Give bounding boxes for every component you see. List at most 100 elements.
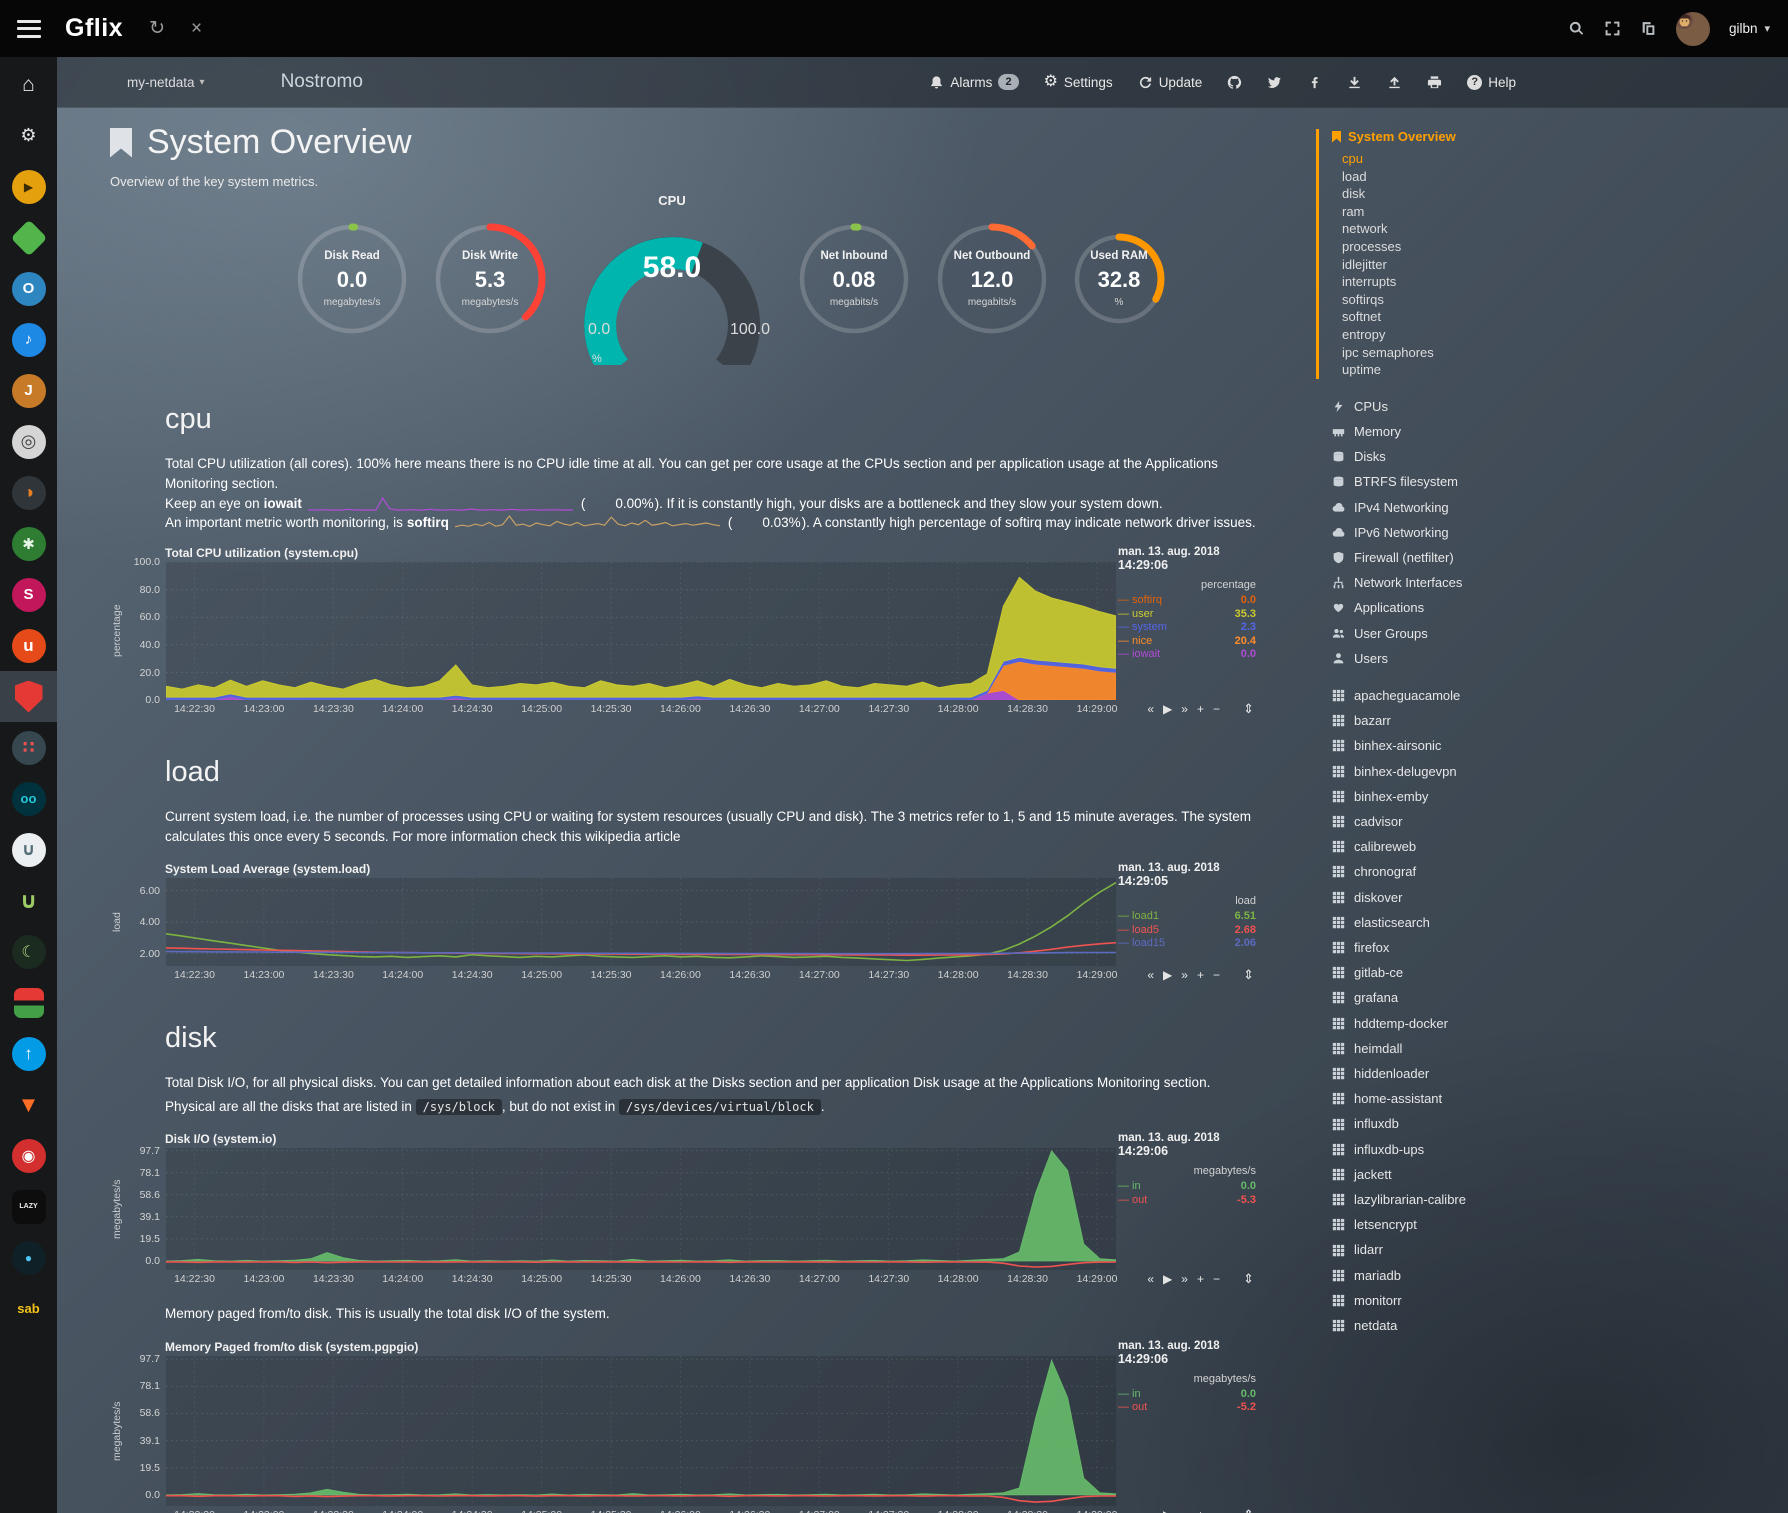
legend-in[interactable]: — in0.0 <box>1118 1180 1256 1194</box>
sidebar-app-app-19[interactable] <box>0 977 57 1028</box>
gauge-cpu[interactable]: CPU58.00.0100.0% <box>562 193 782 365</box>
nav-app-binhex-delugevpn[interactable]: binhex-delugevpn <box>1332 759 1788 784</box>
chart-plot[interactable] <box>166 1148 1116 1270</box>
help-button[interactable]: ? Help <box>1467 75 1516 90</box>
sidebar-app-plex[interactable]: ▶ <box>0 161 57 212</box>
sidebar-app-sabnzbd[interactable]: sab <box>0 1283 57 1334</box>
sidebar-app-home[interactable]: ⌂ <box>0 59 57 110</box>
sidebar-app-jackett[interactable]: J <box>0 365 57 416</box>
chart-plot[interactable] <box>166 1356 1116 1506</box>
nav-sub-entropy[interactable]: entropy <box>1342 326 1788 344</box>
chart-controls[interactable]: «▶»+− <box>1147 1508 1220 1513</box>
export-button[interactable] <box>1347 75 1362 90</box>
nav-section-applications[interactable]: Applications <box>1332 595 1788 620</box>
nav-section-ipv4-networking[interactable]: IPv4 Networking <box>1332 495 1788 520</box>
sidebar-app-unraid[interactable]: ∪ <box>0 875 57 926</box>
sidebar-app-app-5[interactable]: O <box>0 263 57 314</box>
nav-sub-softnet[interactable]: softnet <box>1342 308 1788 326</box>
sidebar-app-app-10[interactable]: ✱ <box>0 518 57 569</box>
nav-section-ipv6-networking[interactable]: IPv6 Networking <box>1332 520 1788 545</box>
facebook-button[interactable] <box>1307 75 1322 90</box>
chart-resize-handle[interactable]: ⇕ <box>1243 967 1254 983</box>
chart-resize-handle[interactable]: ⇕ <box>1243 1271 1254 1287</box>
legend-load15[interactable]: — load152.06 <box>1118 937 1256 951</box>
nav-sub-interrupts[interactable]: interrupts <box>1342 273 1788 291</box>
nav-sub-cpu[interactable]: cpu <box>1342 150 1788 168</box>
chart-controls[interactable]: «▶»+− <box>1147 968 1220 982</box>
nav-app-influxdb[interactable]: influxdb <box>1332 1111 1788 1136</box>
gauge-used-ram[interactable]: Used RAM32.8% <box>1064 231 1174 327</box>
twitter-button[interactable] <box>1267 75 1282 90</box>
gauge-disk-read[interactable]: Disk Read0.0megabytes/s <box>286 221 418 337</box>
nav-app-gitlab-ce[interactable]: gitlab-ce <box>1332 960 1788 985</box>
sidebar-app-emby[interactable] <box>0 212 57 263</box>
nav-sub-ram[interactable]: ram <box>1342 203 1788 221</box>
sidebar-app-app-18[interactable]: ☾ <box>0 926 57 977</box>
legend-iowait[interactable]: — iowait0.0 <box>1118 648 1256 662</box>
chart-plot[interactable] <box>166 878 1116 966</box>
sidebar-app-app-20[interactable]: ↑ <box>0 1028 57 1079</box>
legend-user[interactable]: — user35.3 <box>1118 608 1256 622</box>
nav-app-binhex-airsonic[interactable]: binhex-airsonic <box>1332 733 1788 758</box>
sidebar-app-lazylibrarian[interactable]: LAZY <box>0 1181 57 1232</box>
nav-sub-ipc-semaphores[interactable]: ipc semaphores <box>1342 344 1788 362</box>
github-button[interactable] <box>1227 75 1242 90</box>
nav-section-firewall-netfilter-[interactable]: Firewall (netfilter) <box>1332 545 1788 570</box>
nav-section-disks[interactable]: Disks <box>1332 444 1788 469</box>
chart-plot[interactable] <box>166 562 1116 700</box>
sidebar-app-unifi[interactable]: ∪ <box>0 824 57 875</box>
nav-sub-uptime[interactable]: uptime <box>1342 361 1788 379</box>
chart-resize-handle[interactable]: ⇕ <box>1243 701 1254 717</box>
nav-app-grafana[interactable]: grafana <box>1332 985 1788 1010</box>
legend-nice[interactable]: — nice20.4 <box>1118 635 1256 649</box>
legend-load5[interactable]: — load52.68 <box>1118 924 1256 938</box>
nav-sub-idlejitter[interactable]: idlejitter <box>1342 256 1788 274</box>
nav-sub-load[interactable]: load <box>1342 168 1788 186</box>
username[interactable]: gilbn <box>1729 21 1758 36</box>
nav-app-binhex-emby[interactable]: binhex-emby <box>1332 784 1788 809</box>
sidebar-app-airsonic[interactable]: ♪ <box>0 314 57 365</box>
nav-sub-softirqs[interactable]: softirqs <box>1342 291 1788 309</box>
sidebar-app-app-11[interactable]: S <box>0 569 57 620</box>
legend-load1[interactable]: — load16.51 <box>1118 910 1256 924</box>
nav-system-overview[interactable]: System Overview <box>1332 129 1788 144</box>
nav-app-netdata[interactable]: netdata <box>1332 1313 1788 1338</box>
nav-section-cpus[interactable]: CPUs <box>1332 394 1788 419</box>
nav-app-monitorr[interactable]: monitorr <box>1332 1288 1788 1313</box>
nav-section-btrfs-filesystem[interactable]: BTRFS filesystem <box>1332 469 1788 494</box>
nav-app-jackett[interactable]: jackett <box>1332 1162 1788 1187</box>
fullscreen-icon[interactable] <box>1604 20 1621 37</box>
nav-app-hiddenloader[interactable]: hiddenloader <box>1332 1061 1788 1086</box>
nav-section-memory[interactable]: Memory <box>1332 419 1788 444</box>
settings-button[interactable]: ⚙ Settings <box>1044 74 1113 90</box>
legend-softirq[interactable]: — softirq0.0 <box>1118 594 1256 608</box>
nav-sub-processes[interactable]: processes <box>1342 238 1788 256</box>
refresh-tab-icon[interactable]: ↻ <box>149 19 165 38</box>
menu-icon[interactable] <box>17 20 41 38</box>
nav-app-bazarr[interactable]: bazarr <box>1332 708 1788 733</box>
nav-app-influxdb-ups[interactable]: influxdb-ups <box>1332 1137 1788 1162</box>
nav-app-hddtemp-docker[interactable]: hddtemp-docker <box>1332 1011 1788 1036</box>
chart-controls[interactable]: «▶»+− <box>1147 702 1220 716</box>
nav-app-elasticsearch[interactable]: elasticsearch <box>1332 910 1788 935</box>
nav-sub-network[interactable]: network <box>1342 220 1788 238</box>
sidebar-app-netdata[interactable] <box>0 671 57 722</box>
nav-app-lazylibrarian-calibre[interactable]: lazylibrarian-calibre <box>1332 1187 1788 1212</box>
nav-app-heimdall[interactable]: heimdall <box>1332 1036 1788 1061</box>
legend-in[interactable]: — in0.0 <box>1118 1388 1256 1402</box>
nav-app-calibreweb[interactable]: calibreweb <box>1332 834 1788 859</box>
nav-app-home-assistant[interactable]: home-assistant <box>1332 1086 1788 1111</box>
sidebar-app-app-22[interactable]: ◉ <box>0 1130 57 1181</box>
avatar[interactable] <box>1676 12 1710 46</box>
chart-resize-handle[interactable]: ⇕ <box>1243 1507 1254 1513</box>
legend-system[interactable]: — system2.3 <box>1118 621 1256 635</box>
update-button[interactable]: Update <box>1138 75 1203 90</box>
nav-app-firefox[interactable]: firefox <box>1332 935 1788 960</box>
sidebar-app-lidarr[interactable]: ◎ <box>0 416 57 467</box>
sidebar-app-app-24[interactable]: ● <box>0 1232 57 1283</box>
sidebar-app-app-14[interactable]: ∷ <box>0 722 57 773</box>
nav-app-letsencrypt[interactable]: letsencrypt <box>1332 1212 1788 1237</box>
nav-app-mariadb[interactable]: mariadb <box>1332 1263 1788 1288</box>
nav-app-apacheguacamole[interactable]: apacheguacamole <box>1332 683 1788 708</box>
nav-section-user-groups[interactable]: User Groups <box>1332 621 1788 646</box>
